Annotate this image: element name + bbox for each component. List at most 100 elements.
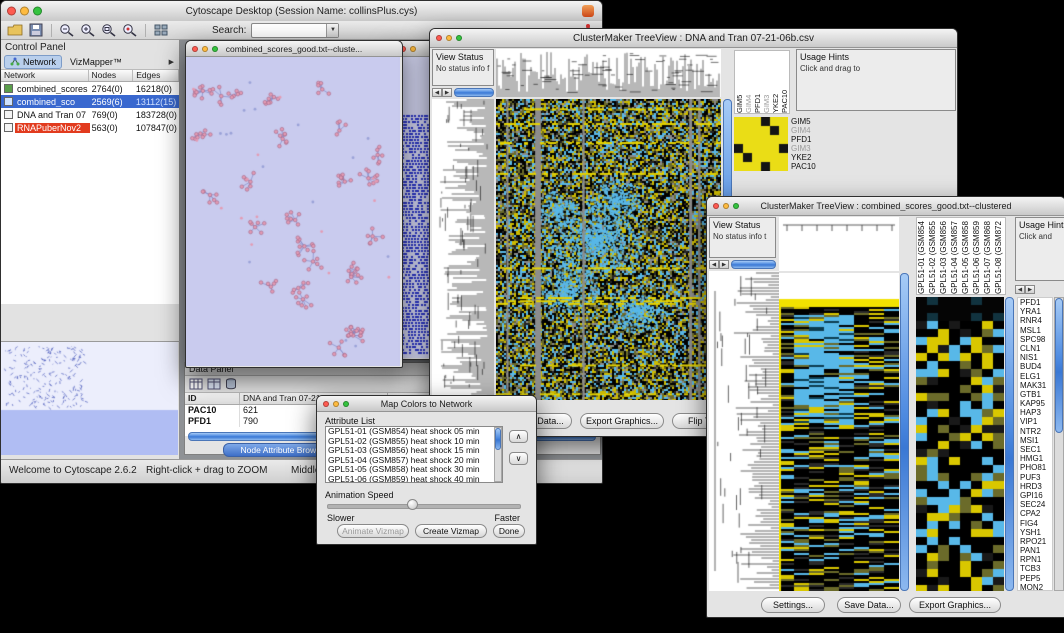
gene-label[interactable]: MON2 (1018, 583, 1052, 591)
zoom-in-icon[interactable] (80, 23, 96, 37)
zoom-button[interactable] (343, 401, 349, 407)
export-graphics-button[interactable]: Export Graphics... (909, 597, 1001, 613)
close-button[interactable] (713, 203, 719, 209)
open-folder-icon[interactable] (7, 23, 23, 37)
gene-label[interactable]: CPA2 (1018, 509, 1052, 518)
col-nodes[interactable]: Nodes (89, 70, 134, 81)
gene-label[interactable]: HAP3 (1018, 408, 1052, 417)
search-input[interactable]: ▼ (251, 23, 339, 38)
gene-label[interactable]: PFD1 (1018, 298, 1052, 307)
gene-label[interactable]: HMG1 (1018, 454, 1052, 463)
gene-label[interactable]: ELG1 (1018, 372, 1052, 381)
minimize-button[interactable] (333, 401, 339, 407)
table-row[interactable]: RNAPuberNov2 563(0) 107847(0) (1, 121, 179, 134)
gene-label[interactable]: YSH1 (1018, 528, 1052, 537)
network1-titlebar[interactable]: combined_scores_good.txt--cluste... (186, 41, 402, 57)
scroll-right-button[interactable]: ▶ (719, 260, 729, 269)
horizontal-scrollbar[interactable] (454, 88, 494, 97)
minimize-button[interactable] (20, 7, 29, 16)
move-up-button[interactable]: ∧ (509, 430, 528, 443)
animate-vizmap-button[interactable]: Animate Vizmap (337, 524, 409, 538)
comb-left-dendro[interactable] (709, 271, 779, 591)
gene-label[interactable]: TCB3 (1018, 564, 1052, 573)
scrollbar-thumb[interactable] (495, 428, 501, 450)
export-graphics-button[interactable]: Export Graphics... (580, 413, 664, 429)
gene-label[interactable]: YRA1 (1018, 307, 1052, 316)
dna-titlebar[interactable]: ClusterMaker TreeView : DNA and Tran 07-… (430, 29, 957, 48)
dna-heatmap[interactable] (496, 99, 721, 400)
save-icon[interactable] (28, 23, 44, 37)
zoom-fit-icon[interactable] (101, 23, 117, 37)
comb-zoom-heatmap[interactable] (916, 297, 1004, 591)
dna-left-dendro[interactable] (432, 99, 494, 400)
col-network[interactable]: Network (1, 70, 89, 81)
scrollbar-thumb[interactable] (1055, 298, 1063, 433)
zoom-selected-icon[interactable] (122, 23, 138, 37)
col-edges[interactable]: Edges (133, 70, 179, 81)
gene-list-scrollbar[interactable] (1054, 297, 1064, 591)
main-titlebar[interactable]: Cytoscape Desktop (Session Name: collins… (1, 1, 602, 22)
zoom-vertical-scrollbar[interactable] (1005, 297, 1014, 591)
gene-label[interactable]: PHO81 (1018, 463, 1052, 472)
gene-label[interactable]: MSI1 (1018, 436, 1052, 445)
gene-label[interactable]: PUF3 (1018, 473, 1052, 482)
gene-label[interactable]: RPO21 (1018, 537, 1052, 546)
close-button[interactable] (436, 35, 442, 41)
minimize-button[interactable] (723, 203, 729, 209)
dialog-titlebar[interactable]: Map Colors to Network (317, 396, 536, 412)
gene-label[interactable]: GPI16 (1018, 491, 1052, 500)
dna-matrix[interactable] (734, 117, 788, 171)
gene-label[interactable]: MSL1 (1018, 326, 1052, 335)
attribute-list[interactable]: GPL51-01 (GSM854) heat shock 05 minGPL51… (325, 426, 503, 483)
table-row-selected[interactable]: combined_sco 2569(6) 13112(15) (1, 95, 179, 108)
network-overview[interactable] (1, 341, 180, 456)
col-id[interactable]: ID (185, 393, 240, 404)
zoom-out-icon[interactable] (59, 23, 75, 37)
gene-label[interactable]: FIG4 (1018, 519, 1052, 528)
gene-label[interactable]: PAN1 (1018, 546, 1052, 555)
tab-vizmapper[interactable]: VizMapper™ (65, 56, 127, 68)
network-canvas[interactable] (186, 57, 400, 366)
database-icon[interactable] (225, 378, 237, 390)
gene-label[interactable]: HRD3 (1018, 482, 1052, 491)
attr-item[interactable]: GPL51-06 (GSM859) heat shock 40 min (326, 475, 502, 484)
comb-col-dendro[interactable] (779, 217, 899, 271)
comb-main-heatmap[interactable] (779, 273, 899, 591)
move-down-button[interactable]: ∨ (509, 452, 528, 465)
zoom-button[interactable] (33, 7, 42, 16)
scroll-left-button[interactable]: ◀ (1015, 285, 1025, 294)
minimize-button[interactable] (202, 46, 208, 52)
horizontal-scrollbar[interactable] (731, 260, 776, 269)
window-controls[interactable] (323, 401, 349, 407)
scroll-right-button[interactable]: ▶ (442, 88, 452, 97)
table-row[interactable]: DNA and Tran 07 769(0) 183728(0) (1, 108, 179, 121)
tab-overflow-arrow[interactable]: ▶ (169, 58, 174, 66)
gene-label[interactable]: NIS1 (1018, 353, 1052, 362)
gene-label[interactable]: BUD4 (1018, 362, 1052, 371)
done-button[interactable]: Done (493, 524, 525, 538)
zoom-button[interactable] (733, 203, 739, 209)
gene-label[interactable]: SEC24 (1018, 500, 1052, 509)
gene-label[interactable]: GTB1 (1018, 390, 1052, 399)
gene-label[interactable]: NTR2 (1018, 427, 1052, 436)
gene-label[interactable]: RNR4 (1018, 316, 1052, 325)
gene-label[interactable]: MAK31 (1018, 381, 1052, 390)
select-attributes-icon[interactable] (207, 378, 221, 390)
gene-label[interactable]: PEP5 (1018, 574, 1052, 583)
gene-label[interactable]: CLN1 (1018, 344, 1052, 353)
slider-thumb[interactable] (407, 499, 418, 510)
minimize-button[interactable] (410, 46, 416, 52)
window-controls[interactable] (7, 7, 42, 16)
tab-network[interactable]: Network (4, 55, 62, 69)
grid-icon[interactable] (153, 23, 169, 37)
combined-titlebar[interactable]: ClusterMaker TreeView : combined_scores_… (707, 197, 1064, 216)
window-controls[interactable] (436, 35, 462, 41)
save-data-button[interactable]: Save Data... (837, 597, 901, 613)
attribute-list-scrollbar[interactable] (494, 427, 502, 482)
close-button[interactable] (7, 7, 16, 16)
settings-button[interactable]: Settings... (761, 597, 825, 613)
vertical-scrollbar[interactable] (900, 273, 909, 591)
zoom-button[interactable] (456, 35, 462, 41)
close-button[interactable] (323, 401, 329, 407)
create-vizmap-button[interactable]: Create Vizmap (415, 524, 487, 538)
